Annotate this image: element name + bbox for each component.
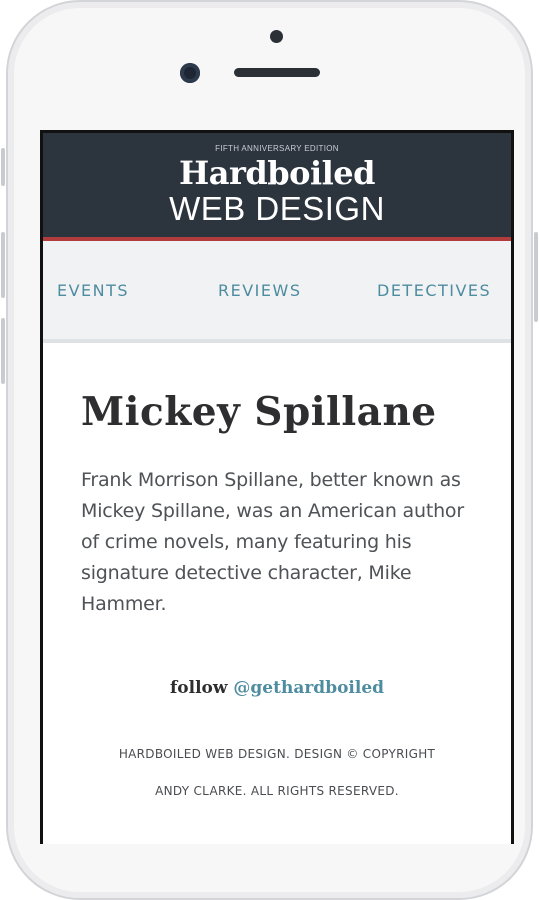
front-sensor-dot	[270, 30, 283, 43]
masthead: FIFTH ANNIVERSARY EDITION Hardboiled WEB…	[43, 133, 511, 241]
follow-label: follow	[169, 678, 228, 698]
mute-switch	[1, 148, 5, 186]
nav-link-detectives[interactable]: DETECTIVES	[377, 281, 491, 300]
nav-link-events[interactable]: EVENTS	[57, 281, 129, 300]
follow-line: follow @gethardboiled	[81, 678, 473, 698]
web-page: FIFTH ANNIVERSARY EDITION Hardboiled WEB…	[43, 133, 511, 844]
power-button	[534, 232, 538, 322]
volume-up-button	[1, 232, 5, 298]
article-body: Frank Morrison Spillane, better known as…	[81, 469, 464, 615]
main-content: Mickey Spillane Frank Morrison Spillane,…	[43, 387, 511, 810]
phone-screen: FIFTH ANNIVERSARY EDITION Hardboiled WEB…	[40, 130, 514, 844]
edition-label: FIFTH ANNIVERSARY EDITION	[215, 144, 339, 153]
page-footer: HARDBOILED WEB DESIGN. DESIGN © COPYRIGH…	[81, 736, 473, 810]
footer-line-1: HARDBOILED WEB DESIGN. DESIGN © COPYRIGH…	[118, 747, 436, 761]
twitter-handle-link[interactable]: @gethardboiled	[233, 678, 384, 698]
site-title-hardboiled[interactable]: Hardboiled	[43, 155, 511, 191]
main-nav: EVENTS REVIEWS DETECTIVES	[43, 241, 511, 343]
article-heading: Mickey Spillane	[81, 389, 437, 435]
earpiece-speaker	[234, 68, 320, 77]
site-title-web-design[interactable]: WEB DESIGN	[43, 191, 511, 227]
front-camera-icon	[180, 63, 200, 83]
volume-down-button	[1, 318, 5, 384]
phone-frame: FIFTH ANNIVERSARY EDITION Hardboiled WEB…	[6, 0, 533, 900]
nav-link-reviews[interactable]: REVIEWS	[218, 281, 301, 300]
footer-line-2: ANDY CLARKE. ALL RIGHTS RESERVED.	[155, 784, 399, 798]
